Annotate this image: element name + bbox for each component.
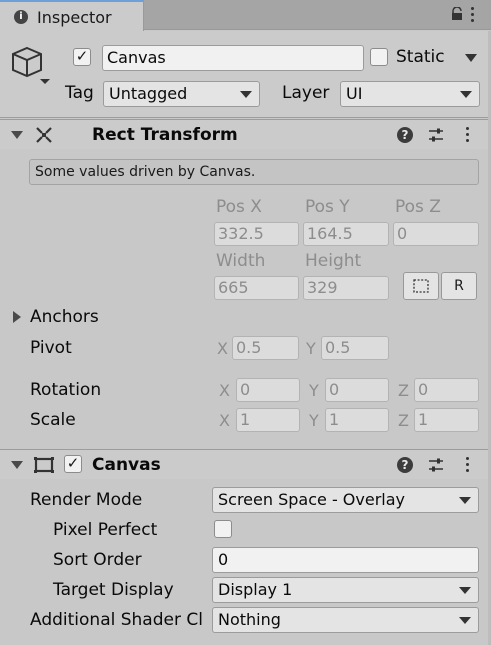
tab-title: Inspector xyxy=(37,8,112,27)
kebab-menu-icon[interactable] xyxy=(466,7,478,23)
dotted-rect-icon xyxy=(413,279,429,293)
chevron-down-icon xyxy=(459,587,471,594)
scale-label: Scale xyxy=(30,410,76,430)
tag-dropdown[interactable]: Untagged xyxy=(103,81,260,107)
help-icon[interactable]: ? xyxy=(397,127,413,143)
pixel-perfect-checkbox[interactable] xyxy=(214,520,232,538)
rect-transform-title: Rect Transform xyxy=(92,125,238,145)
pos-y-label: Pos Y xyxy=(305,197,350,217)
scale-z-field[interactable]: 1 xyxy=(414,408,479,432)
target-display-value: Display 1 xyxy=(218,580,293,599)
render-mode-label: Render Mode xyxy=(30,490,143,510)
shader-channels-dropdown[interactable]: Nothing xyxy=(212,607,479,633)
rect-transform-header[interactable]: Rect Transform ? xyxy=(0,119,491,149)
pos-z-field[interactable]: 0 xyxy=(393,222,479,246)
rot-z-field[interactable]: 0 xyxy=(414,378,479,402)
scale-z-axis-label: Z xyxy=(398,411,409,430)
rot-z-axis-label: Z xyxy=(398,381,409,400)
object-name-field[interactable]: Canvas xyxy=(102,45,364,71)
render-mode-dropdown[interactable]: Screen Space - Overlay xyxy=(212,487,479,513)
scale-x-field[interactable]: 1 xyxy=(236,408,300,432)
width-field[interactable]: 665 xyxy=(214,276,299,300)
raw-edit-button[interactable]: R xyxy=(441,272,477,300)
presets-icon[interactable] xyxy=(428,127,444,143)
chevron-down-icon xyxy=(240,91,252,98)
sort-order-field[interactable]: 0 xyxy=(212,547,479,573)
rot-x-axis-label: X xyxy=(219,381,230,400)
pos-x-field[interactable]: 332.5 xyxy=(214,222,299,246)
render-mode-value: Screen Space - Overlay xyxy=(218,490,405,509)
shader-channels-value: Nothing xyxy=(218,610,281,629)
canvas-component-icon xyxy=(34,457,54,473)
canvas-enabled-checkbox[interactable]: ✓ xyxy=(64,455,82,473)
kebab-menu-icon[interactable] xyxy=(461,127,473,143)
static-checkbox[interactable] xyxy=(370,48,388,66)
pivot-y-axis-label: Y xyxy=(306,339,316,358)
pivot-x-axis-label: X xyxy=(217,339,228,358)
chevron-down-icon xyxy=(459,617,471,624)
tag-value: Untagged xyxy=(109,84,188,103)
lock-icon[interactable] xyxy=(450,7,464,21)
foldout-arrow-icon[interactable] xyxy=(11,461,23,469)
static-label: Static xyxy=(396,47,445,67)
static-dropdown-icon[interactable] xyxy=(464,53,478,63)
canvas-component-header[interactable]: ✓ Canvas ? xyxy=(0,449,491,479)
height-field[interactable]: 329 xyxy=(303,276,389,300)
pivot-x-field[interactable]: 0.5 xyxy=(232,336,299,360)
canvas-component-title: Canvas xyxy=(92,455,161,475)
tag-label: Tag xyxy=(65,83,94,103)
pos-y-field[interactable]: 164.5 xyxy=(303,222,389,246)
rotation-label: Rotation xyxy=(30,380,102,400)
blueprint-mode-button[interactable] xyxy=(403,272,439,300)
active-checkbox[interactable]: ✓ xyxy=(73,48,91,66)
help-icon[interactable]: ? xyxy=(397,457,413,473)
target-display-label: Target Display xyxy=(53,580,174,600)
rot-y-axis-label: Y xyxy=(309,381,319,400)
chevron-down-icon xyxy=(460,91,472,98)
sort-order-label: Sort Order xyxy=(53,550,142,570)
presets-icon[interactable] xyxy=(428,457,444,473)
width-label: Width xyxy=(216,251,266,271)
tab-inspector[interactable]: i Inspector xyxy=(0,0,144,31)
info-message: Some values driven by Canvas. xyxy=(29,159,479,185)
pos-z-label: Pos Z xyxy=(395,197,441,217)
pivot-label: Pivot xyxy=(30,338,72,358)
scale-x-axis-label: X xyxy=(219,411,230,430)
scale-y-axis-label: Y xyxy=(309,411,319,430)
layer-dropdown[interactable]: UI xyxy=(340,81,480,107)
shader-channels-label: Additional Shader Cl xyxy=(30,610,203,630)
anchors-label[interactable]: Anchors xyxy=(30,307,99,327)
pixel-perfect-label: Pixel Perfect xyxy=(53,520,158,540)
rot-y-field[interactable]: 0 xyxy=(325,378,389,402)
target-display-dropdown[interactable]: Display 1 xyxy=(212,577,479,603)
gameobject-icon[interactable] xyxy=(11,44,53,86)
scale-y-field[interactable]: 1 xyxy=(325,408,389,432)
anchors-foldout-icon[interactable] xyxy=(13,311,21,323)
foldout-arrow-icon[interactable] xyxy=(11,131,23,139)
pivot-y-field[interactable]: 0.5 xyxy=(321,336,389,360)
pos-x-label: Pos X xyxy=(216,197,262,217)
layer-value: UI xyxy=(346,84,363,103)
layer-label: Layer xyxy=(282,83,330,103)
kebab-menu-icon[interactable] xyxy=(461,457,473,473)
height-label: Height xyxy=(305,251,362,271)
info-icon: i xyxy=(14,10,28,24)
rect-transform-icon xyxy=(36,127,52,143)
chevron-down-icon xyxy=(459,497,471,504)
rot-x-field[interactable]: 0 xyxy=(236,378,300,402)
